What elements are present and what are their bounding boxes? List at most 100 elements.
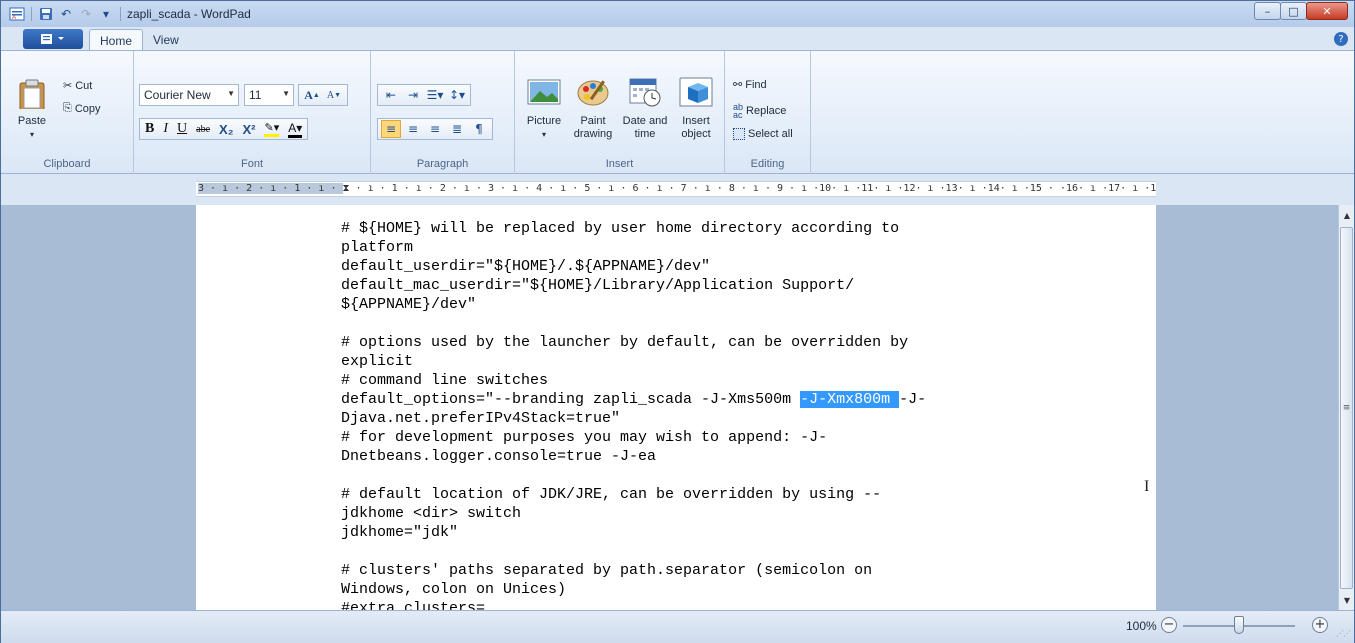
paragraph-group-label: Paragraph [416,158,469,170]
tab-view[interactable]: View [143,29,189,51]
picture-button[interactable]: Picture ▾ [521,77,567,141]
indent-marker-icon[interactable]: ⧗ [343,183,350,194]
select-all-icon [733,128,745,140]
ruler: 3 · ı · 2 · ı · 1 · ı · ⧗ · ı · 1 · ı · … [1,174,1354,205]
doc-line: # clusters' paths separated by path.sepa… [341,562,873,579]
grow-font-icon[interactable]: A ▲ [302,86,322,104]
copy-label: Copy [74,102,101,115]
resize-grip-icon[interactable]: ⋰⋰ [1336,629,1351,638]
align-left-icon[interactable]: ≡ [381,120,401,138]
scroll-down-icon[interactable]: ▼ [1339,592,1355,608]
scroll-up-icon[interactable]: ▲ [1339,207,1355,223]
zoom-level: 100% [1126,619,1157,633]
minimize-button[interactable]: – [1254,2,1281,20]
date-time-button[interactable]: Date and time [619,77,671,141]
find-button[interactable]: ⚯ Find [733,78,767,92]
doc-line: ${APPNAME}/dev" [341,296,477,313]
insert-group: Picture ▾ Paint drawing Date and time In… [515,51,725,174]
italic-button[interactable]: I [163,121,168,137]
close-button[interactable]: ✕ [1306,2,1348,20]
align-right-icon[interactable]: ≡ [425,120,445,138]
undo-icon[interactable]: ↶ [58,6,74,22]
highlight-color-icon[interactable]: ✎▾ [264,121,280,137]
doc-line: # for development purposes you may wish … [341,429,828,446]
increase-indent-icon[interactable]: ⇥ [403,86,423,104]
bold-button[interactable]: B [145,121,154,137]
decrease-indent-icon[interactable]: ⇤ [381,86,401,104]
doc-line: # options used by the launcher by defaul… [341,334,909,351]
cut-button[interactable]: ✂ Cut [63,79,93,93]
underline-button[interactable]: U [177,121,187,137]
replace-icon: ab ac [733,102,744,120]
tab-home[interactable]: Home [89,29,144,51]
paint-palette-icon [577,80,609,106]
doc-line: jdkhome="jdk" [341,524,459,541]
doc-line: Windows, colon on Unices) [341,581,567,598]
customize-toolbar-icon[interactable]: ▾ [98,6,114,22]
paragraph-dialog-icon[interactable]: ¶ [469,120,489,138]
redo-icon[interactable]: ↷ [78,6,94,22]
justify-icon[interactable]: ≣ [447,120,467,138]
doc-line: # command line switches [341,372,549,389]
align-buttons: ≡ ≡ ≡ ≣ ¶ [377,118,493,140]
paste-button[interactable]: Paste ▾ [15,77,49,141]
document-page[interactable]: # ${HOME} will be replaced by user home … [196,205,1156,610]
doc-line: jdkhome <dir> switch [341,505,522,522]
editing-group: ⚯ Find ab ac Replace Select all Editing [725,51,811,174]
font-family-combo[interactable]: Courier New ▼ [139,84,239,106]
chevron-down-icon: ▼ [282,89,290,98]
insert-object-label: Insert object [681,115,711,140]
paste-dropdown-icon[interactable]: ▾ [30,128,34,141]
quick-access-toolbar: A ↶ ↷ ▾ [1,1,123,27]
cut-label: Cut [75,79,93,92]
vertical-scrollbar[interactable]: ▲ ≡ ▼ [1338,205,1354,610]
line-spacing-icon[interactable]: ↕▾ [447,86,467,104]
help-icon[interactable]: ? [1334,32,1348,46]
select-all-button[interactable]: Select all [733,128,793,140]
doc-line: explicit [341,353,414,370]
replace-button[interactable]: ab ac Replace [733,102,787,120]
title-bar: A ↶ ↷ ▾ zapli_scada - WordPad – □ ✕ [1,1,1354,27]
replace-label: Replace [746,105,787,117]
doc-line: default_userdir="${HOME}/.${APPNAME}/dev… [341,258,711,275]
wordpad-app-icon[interactable]: A [9,6,25,22]
scrollbar-thumb[interactable]: ≡ [1340,227,1353,589]
divider [120,7,121,21]
paste-icon [19,79,45,109]
chevron-down-icon: ▾ [541,130,546,139]
bullet-list-icon[interactable]: ☰▾ [425,86,445,104]
document-text[interactable]: # ${HOME} will be replaced by user home … [341,219,926,610]
zoom-in-button[interactable]: + [1312,617,1328,633]
application-menu-button[interactable] [23,29,83,49]
copy-button[interactable]: ⎘ Copy [63,102,101,115]
font-grow-shrink: A ▲ A ▼ [298,84,348,106]
subscript-button[interactable]: X₂ [219,122,233,137]
font-color-icon[interactable]: A▾ [288,121,303,138]
copy-icon: ⎘ [63,102,72,114]
binoculars-icon: ⚯ [733,79,743,91]
insert-group-label: Insert [605,158,634,170]
font-format-buttons: B I U abe X₂ X² ✎▾ A▾ [139,118,309,140]
chevron-down-icon: ▼ [227,89,235,98]
align-center-icon[interactable]: ≡ [403,120,423,138]
strikethrough-button[interactable]: abe [196,124,210,135]
zoom-slider-thumb[interactable] [1234,616,1244,634]
selected-text[interactable]: -J-Xmx800m [800,391,900,408]
font-size-combo[interactable]: 11 ▼ [244,84,294,106]
font-group: Courier New ▼ 11 ▼ A ▲ A ▼ B I U abe X₂ X²… [134,51,371,174]
status-bar: 100% − + ⋰⋰ [1,610,1354,643]
save-icon[interactable] [38,6,54,22]
doc-line: Dnetbeans.logger.console=true -J-ea [341,448,657,465]
paint-drawing-button[interactable]: Paint drawing [569,77,617,141]
font-size-value: 11 [249,88,262,102]
ruler-bar[interactable]: 3 · ı · 2 · ı · 1 · ı · ⧗ · ı · 1 · ı · … [196,181,1156,197]
clipboard-group-label: Clipboard [43,158,91,170]
zoom-out-button[interactable]: − [1161,617,1177,633]
paragraph-group: ⇤ ⇥ ☰▾ ↕▾ ≡ ≡ ≡ ≣ ¶ Paragraph [371,51,515,174]
calendar-clock-icon [629,78,661,107]
insert-object-button[interactable]: Insert object [673,77,719,141]
picture-icon [527,79,561,105]
superscript-button[interactable]: X² [242,122,255,137]
shrink-font-icon[interactable]: A ▼ [324,86,344,104]
maximize-button[interactable]: □ [1280,2,1307,20]
